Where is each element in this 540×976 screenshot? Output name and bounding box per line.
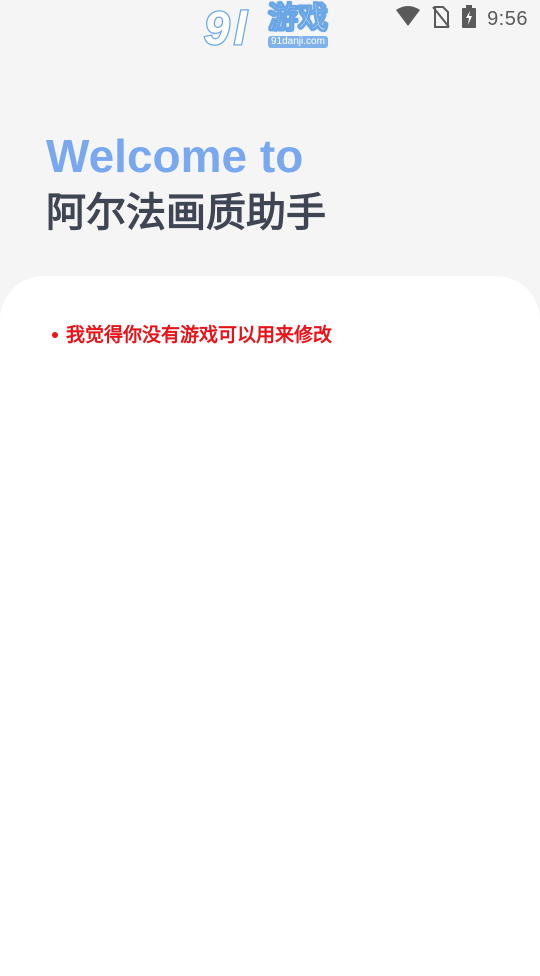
content-card	[0, 276, 540, 976]
status-icons: 9:56	[395, 5, 528, 33]
watermark-site: 91danji.com	[268, 36, 328, 48]
notice-message: 我觉得你没有游戏可以用来修改	[52, 322, 332, 348]
app-title: 阿尔法画质助手	[46, 190, 326, 236]
svg-text:l: l	[234, 2, 248, 54]
welcome-text: Welcome to	[46, 130, 304, 182]
welcome-header: Welcome to 阿尔法画质助手	[46, 128, 326, 240]
watermark-brand: 游戏	[268, 1, 329, 36]
bullet-icon	[52, 332, 58, 338]
battery-charging-icon	[461, 5, 477, 33]
notice-text: 我觉得你没有游戏可以用来修改	[66, 324, 333, 346]
wifi-icon	[395, 6, 421, 32]
clock: 9:56	[487, 7, 528, 30]
no-sim-icon	[431, 5, 451, 33]
svg-text:9: 9	[204, 2, 230, 54]
